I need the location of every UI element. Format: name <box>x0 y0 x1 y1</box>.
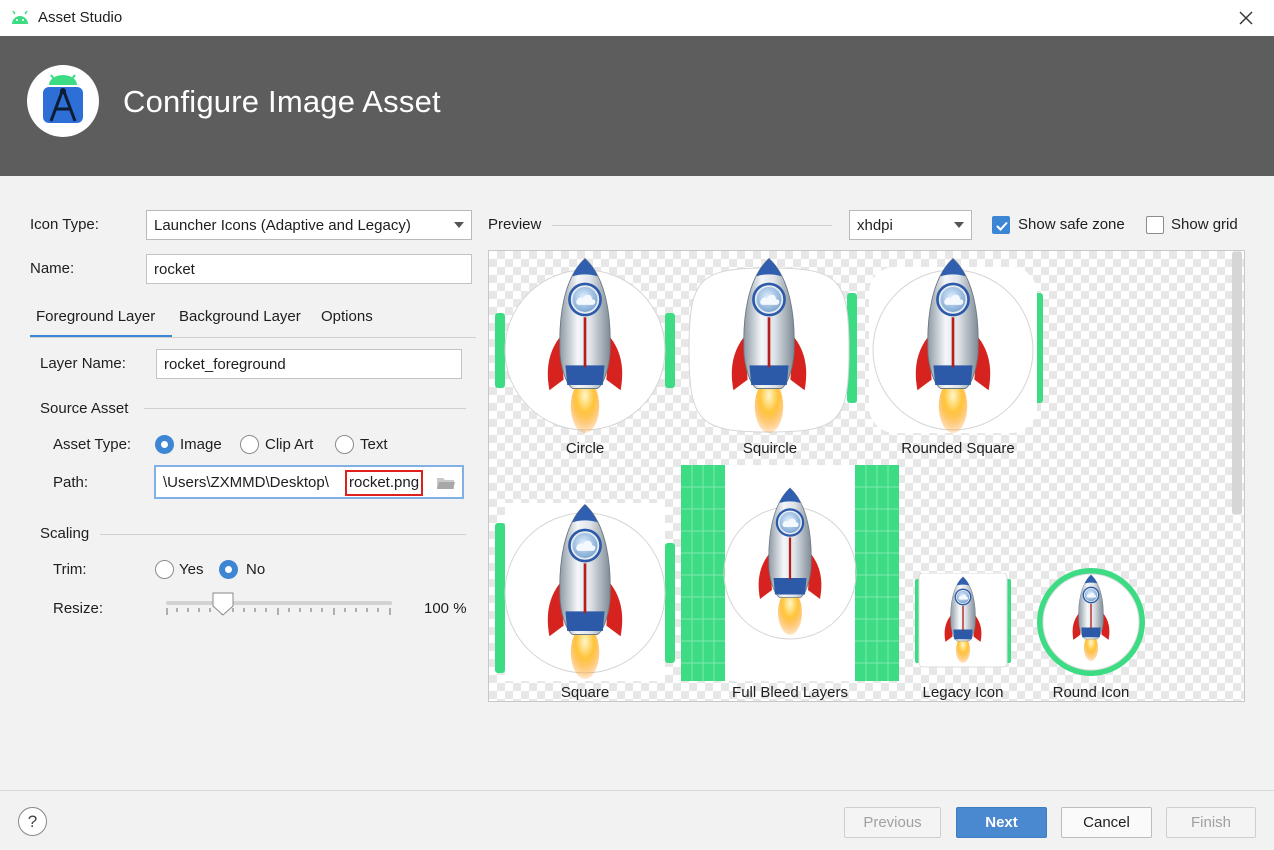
chevron-down-icon <box>954 222 964 228</box>
icon-type-value: Launcher Icons (Adaptive and Legacy) <box>154 216 411 234</box>
preview-full-bleed-layers <box>681 465 899 681</box>
next-button[interactable]: Next <box>956 807 1047 838</box>
tab-background-layer[interactable]: Background Layer <box>179 306 301 338</box>
path-input[interactable]: \Users\ZXMMD\Desktop\ rocket.png <box>154 465 464 499</box>
android-studio-logo-icon <box>43 74 83 123</box>
layer-name-input[interactable]: rocket_foreground <box>156 349 462 379</box>
scaling-divider <box>100 534 466 535</box>
previous-button[interactable]: Previous <box>844 807 941 838</box>
layer-name-label: Layer Name: <box>40 355 126 372</box>
preview-rounded-square <box>865 263 1043 433</box>
show-safe-zone-checkbox[interactable] <box>992 216 1010 234</box>
preview-canvas: Circle Squircle Rounded Square Square Fu… <box>488 250 1245 702</box>
show-grid-label[interactable]: Show grid <box>1171 216 1238 233</box>
android-icon <box>12 10 28 24</box>
help-button[interactable]: ? <box>18 807 47 836</box>
preview-round-icon <box>1036 567 1146 677</box>
scaling-heading: Scaling <box>40 525 90 542</box>
trim-no-radio[interactable] <box>219 560 238 579</box>
resize-value: 100 % <box>424 600 467 617</box>
preview-square-label: Square <box>560 684 610 701</box>
help-icon: ? <box>27 811 38 831</box>
resize-slider-track[interactable] <box>166 601 392 605</box>
rocket-image <box>748 485 832 635</box>
preview-circle-label: Circle <box>565 440 605 457</box>
path-prefix: \Users\ZXMMD\Desktop\ <box>163 474 329 491</box>
finish-button[interactable]: Finish <box>1166 807 1256 838</box>
preview-full-bleed-layers-label: Full Bleed Layers <box>732 684 848 701</box>
preview-round-icon-label: Round Icon <box>1052 684 1130 701</box>
preview-legacy-icon-label: Legacy Icon <box>922 684 1004 701</box>
asset-type-text-radio[interactable] <box>335 435 354 454</box>
rocket-image <box>535 255 635 433</box>
tab-options[interactable]: Options <box>321 306 373 338</box>
preview-circle <box>495 263 675 433</box>
window-title: Asset Studio <box>38 9 123 26</box>
source-asset-divider <box>144 408 466 409</box>
tab-foreground-layer[interactable]: Foreground Layer <box>30 306 172 338</box>
path-filename-highlight: rocket.png <box>345 470 424 496</box>
rocket-image <box>535 501 635 679</box>
resize-slider-thumb[interactable] <box>212 592 234 616</box>
density-value: xhdpi <box>857 216 893 234</box>
preview-scrollbar[interactable] <box>1232 252 1242 514</box>
trim-label: Trim: <box>53 561 87 578</box>
name-input[interactable]: rocket <box>146 254 472 284</box>
rocket-image <box>941 573 985 665</box>
resize-slider-ticks <box>166 608 391 615</box>
show-safe-zone-label[interactable]: Show safe zone <box>1018 216 1125 233</box>
android-studio-logo <box>27 65 99 137</box>
asset-type-clip-art-radio[interactable] <box>240 435 259 454</box>
folder-icon[interactable] <box>436 475 456 491</box>
name-label: Name: <box>30 260 75 277</box>
checkmark-icon <box>996 221 1008 231</box>
path-label: Path: <box>53 474 89 491</box>
title-bar <box>0 0 1274 36</box>
tabs-divider <box>30 337 476 338</box>
trim-no-label[interactable]: No <box>246 561 265 578</box>
preview-rounded-square-label: Rounded Square <box>901 440 1015 457</box>
asset-type-text-label[interactable]: Text <box>360 436 388 453</box>
rocket-image <box>719 255 819 433</box>
trim-yes-radio[interactable] <box>155 560 174 579</box>
icon-type-dropdown[interactable]: Launcher Icons (Adaptive and Legacy) <box>146 210 472 240</box>
preview-squircle-label: Squircle <box>742 440 798 457</box>
trim-yes-label[interactable]: Yes <box>179 561 203 578</box>
close-button[interactable] <box>1232 4 1260 32</box>
page-title: Configure Image Asset <box>123 84 441 119</box>
chevron-down-icon <box>454 222 464 228</box>
resize-label: Resize: <box>53 600 104 617</box>
preview-legacy-icon <box>915 573 1011 669</box>
asset-type-label: Asset Type: <box>53 436 132 453</box>
cancel-button[interactable]: Cancel <box>1061 807 1152 838</box>
preview-squircle <box>681 263 857 433</box>
preview-divider <box>552 225 832 226</box>
asset-type-image-label[interactable]: Image <box>180 436 222 453</box>
header-banner: Configure Image Asset <box>0 36 1274 176</box>
footer-divider <box>0 790 1274 791</box>
density-dropdown[interactable]: xhdpi <box>849 210 972 240</box>
asset-type-image-radio[interactable] <box>155 435 174 454</box>
icon-type-label: Icon Type: <box>30 216 99 233</box>
preview-square <box>495 503 675 681</box>
close-icon <box>1239 11 1253 25</box>
preview-heading: Preview <box>488 216 542 233</box>
rocket-image <box>903 255 1003 433</box>
source-asset-heading: Source Asset <box>40 400 129 417</box>
asset-type-clip-art-label[interactable]: Clip Art <box>265 436 313 453</box>
rocket-image <box>1069 567 1113 667</box>
show-grid-checkbox[interactable] <box>1146 216 1164 234</box>
